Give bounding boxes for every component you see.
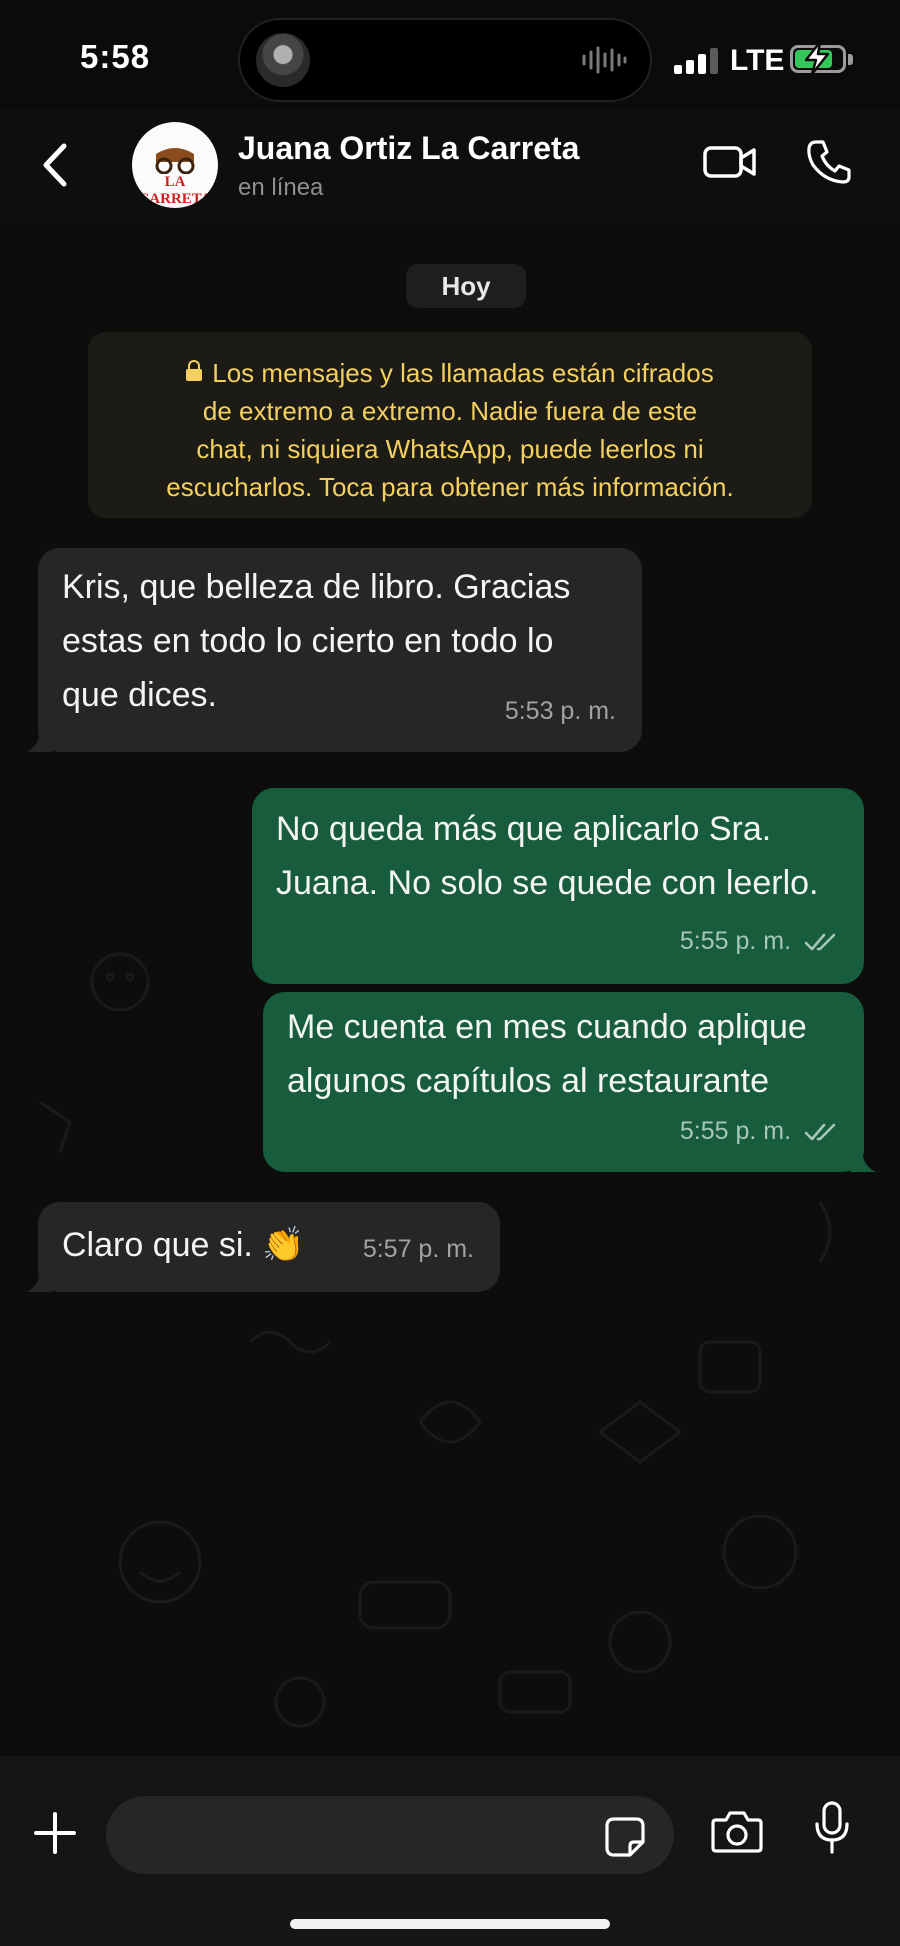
signal-icon xyxy=(674,48,718,74)
avatar-logo-text: LA CARRETA xyxy=(138,174,212,207)
sticker-icon[interactable] xyxy=(604,1816,646,1858)
back-chevron-icon[interactable] xyxy=(36,140,76,190)
message-text: Claro que si. 👏 xyxy=(62,1226,305,1264)
message-text: No queda más que aplicarlo Sra. Juana. N… xyxy=(276,810,819,902)
audio-wave-icon xyxy=(582,46,627,74)
video-call-icon[interactable] xyxy=(702,142,758,182)
message-meta: 5:55 p. m. xyxy=(680,1104,840,1158)
phone-call-icon[interactable] xyxy=(806,138,852,186)
charging-bolt-icon xyxy=(804,40,830,76)
message-text: Me cuenta en mes cuando aplique algunos … xyxy=(287,1008,807,1100)
message-input[interactable] xyxy=(106,1796,674,1874)
contact-status: en línea xyxy=(238,174,324,201)
lock-icon xyxy=(186,360,203,381)
chat-header: LA CARRETA Juana Ortiz La Carreta en lín… xyxy=(0,110,900,222)
camera-icon[interactable] xyxy=(710,1808,764,1856)
wagon-logo-icon xyxy=(155,148,195,174)
status-time: 5:58 xyxy=(80,38,151,75)
message-incoming[interactable]: Kris, que belleza de libro. Gracias esta… xyxy=(26,548,642,752)
home-indicator[interactable] xyxy=(290,1919,610,1929)
message-time: 5:57 p. m. xyxy=(362,1235,474,1263)
message-text: Kris, que belleza de libro. Gracias esta… xyxy=(62,568,571,714)
chat-area[interactable]: Hoy Los mensajes y las llamadas están ci… xyxy=(0,222,900,1756)
message-incoming[interactable]: Claro que si. 👏 5:57 p. m. xyxy=(26,1202,500,1292)
status-bar: 5:58 LTE xyxy=(0,0,900,120)
date-separator: Hoy xyxy=(406,264,526,308)
encryption-notice-line: Los mensajes y las llamadas están cifrad… xyxy=(118,354,782,392)
encryption-notice-line: chat, ni siquiera WhatsApp, puede leerlo… xyxy=(196,434,704,464)
bubble-tail xyxy=(26,728,52,752)
composer-bar xyxy=(0,1756,900,1946)
plus-icon[interactable] xyxy=(32,1810,78,1856)
read-receipt-icon xyxy=(804,934,836,951)
message-time: 5:55 p. m. xyxy=(679,1117,792,1145)
message-outgoing[interactable]: Me cuenta en mes cuando aplique algunos … xyxy=(263,992,876,1172)
encryption-notice-line: escucharlos. Toca para obtener más infor… xyxy=(166,472,734,502)
message-time: 5:55 p. m. xyxy=(679,927,792,955)
microphone-icon[interactable] xyxy=(812,1800,852,1856)
message-outgoing[interactable]: No queda más que aplicarlo Sra. Juana. N… xyxy=(252,788,864,984)
encryption-notice[interactable]: Los mensajes y las llamadas están cifrad… xyxy=(88,332,812,518)
encryption-notice-line: de extremo a extremo. Nadie fuera de est… xyxy=(202,396,698,426)
dynamic-island[interactable] xyxy=(238,18,652,102)
contact-avatar[interactable]: LA CARRETA xyxy=(132,122,218,208)
bubble-tail xyxy=(26,1268,52,1292)
bubble-tail xyxy=(850,1148,876,1172)
read-receipt-icon xyxy=(804,1124,836,1141)
battery-cap xyxy=(848,54,853,65)
message-time: 5:53 p. m. xyxy=(504,697,616,725)
network-type: LTE xyxy=(730,44,785,77)
now-playing-icon xyxy=(256,33,310,87)
contact-name[interactable]: Juana Ortiz La Carreta xyxy=(238,130,579,167)
message-meta: 5:55 p. m. xyxy=(680,914,840,968)
